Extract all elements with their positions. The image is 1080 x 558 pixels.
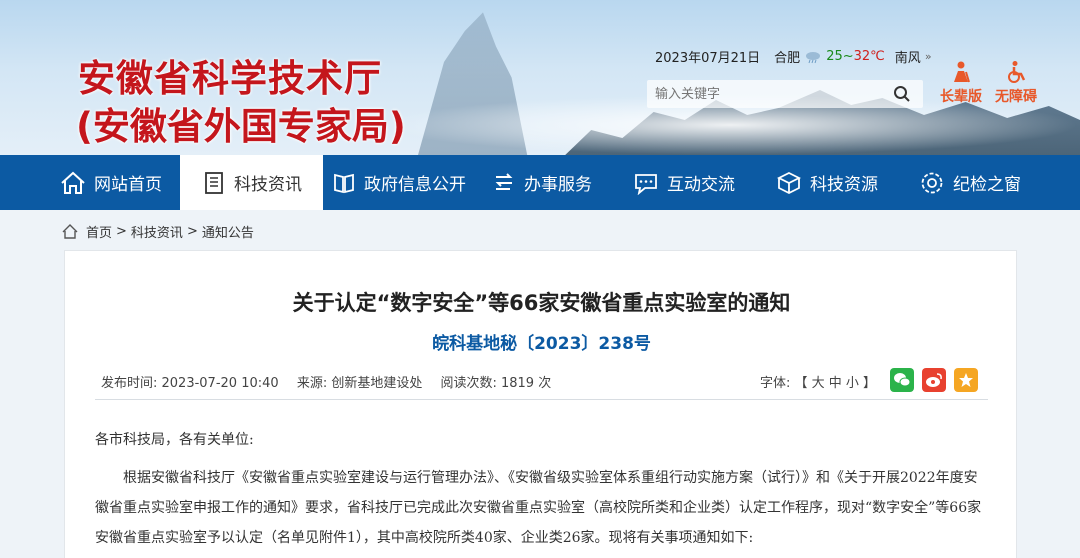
elder-mode-label: 长辈版: [940, 89, 982, 105]
article-title: 关于认定“数字安全”等66家安徽省重点实验室的通知: [292, 291, 791, 315]
article-meta: 发布时间: 2023-07-20 10:40 来源: 创新基地建设处 阅读次数:…: [101, 372, 565, 391]
current-date: 2023年07月21日: [655, 51, 761, 66]
nav-item-discipline[interactable]: 纪检之窗: [919, 155, 1021, 210]
chat-icon: [635, 173, 657, 195]
weather-more-link[interactable]: »: [925, 50, 932, 63]
breadcrumb: 首页 > 科技资讯 > 通知公告: [62, 222, 254, 241]
site-header: 安徽省科学技术厅 (安徽省外国专家局) 2023年07月21日 合肥 25~32…: [0, 0, 1080, 155]
search-box: [647, 80, 923, 108]
nav-item-gov-info[interactable]: 政府信息公开: [332, 155, 466, 210]
elder-mode-link[interactable]: 长辈版: [940, 60, 982, 106]
wind-info: 南风: [894, 51, 921, 66]
wechat-icon: [894, 373, 911, 387]
article-body: 各市科技局，各有关单位: 根据安徽省科技厅《安徽省重点实验室建设与运行管理办法》…: [95, 425, 988, 553]
breadcrumb-separator: >: [186, 224, 198, 239]
temperature: 25~32℃: [826, 49, 885, 64]
share-weibo-button[interactable]: [922, 368, 946, 392]
breadcrumb-separator: >: [116, 224, 127, 239]
salutation: 各市科技局，各有关单位:: [95, 432, 254, 448]
nav-item-resources[interactable]: 科技资源: [776, 155, 878, 210]
article-panel: 关于认定“数字安全”等66家安徽省重点实验室的通知 皖科基地秘〔2023〕238…: [64, 250, 1017, 558]
star-icon: [959, 373, 973, 387]
breadcrumb-current[interactable]: 通知公告: [202, 222, 254, 241]
site-subtitle: (安徽省外国专家局): [76, 105, 406, 148]
document-icon: [205, 171, 223, 194]
nav-label: 网站首页: [94, 175, 162, 195]
publish-time: 发布时间: 2023-07-20 10:40: [101, 376, 279, 391]
search-button[interactable]: [887, 80, 917, 108]
search-input[interactable]: [647, 81, 887, 107]
nav-item-interaction[interactable]: 互动交流: [633, 155, 735, 210]
wheelchair-icon: [1008, 61, 1026, 83]
share-wechat-button[interactable]: [890, 368, 914, 392]
elder-icon: [954, 61, 970, 83]
city-name: 合肥: [774, 51, 801, 66]
search-icon: [894, 86, 910, 102]
weibo-icon: [926, 373, 942, 387]
accessibility-link[interactable]: 无障碍: [995, 60, 1037, 106]
cube-icon: [776, 171, 802, 194]
nav-item-services[interactable]: 办事服务: [492, 155, 592, 210]
view-count: 阅读次数: 1819 次: [440, 376, 552, 391]
nav-label: 政府信息公开: [364, 175, 466, 195]
nav-label: 纪检之窗: [953, 175, 1021, 195]
breadcrumb-home-link[interactable]: 首页: [86, 222, 112, 241]
home-icon: [61, 171, 85, 194]
site-title: 安徽省科学技术厅: [78, 57, 382, 100]
breadcrumb-level1-link[interactable]: 科技资讯: [131, 222, 183, 241]
article-paragraph: 根据安徽省科技厅《安徽省重点实验室建设与运行管理办法》、《安徽省级实验室体系重组…: [95, 470, 982, 546]
share-favorite-button[interactable]: [954, 368, 978, 392]
nav-label: 科技资讯: [234, 175, 302, 195]
accessibility-label: 无障碍: [995, 89, 1037, 105]
nav-item-home[interactable]: 网站首页: [60, 155, 162, 210]
article-source: 来源: 创新基地建设处: [296, 376, 423, 391]
divider: [95, 399, 988, 400]
nav-label: 科技资源: [810, 175, 878, 195]
nav-item-tech-news[interactable]: 科技资讯: [180, 155, 323, 210]
book-icon: [334, 173, 354, 193]
main-nav: 网站首页 科技资讯 政府信息公开 办事服务 互动交流 科技资源 纪检之窗: [0, 155, 1080, 210]
home-icon: [62, 224, 78, 239]
nav-label: 互动交流: [667, 175, 735, 195]
service-icon: [495, 172, 513, 190]
gear-icon: [921, 172, 943, 193]
font-size-control[interactable]: 字体: 【 大 中 小 】: [760, 372, 876, 391]
weather-cloud-icon: [806, 51, 821, 63]
nav-label: 办事服务: [524, 175, 592, 195]
date-weather-bar: 2023年07月21日 合肥 25~32℃ 南风 »: [655, 47, 946, 66]
document-number: 皖科基地秘〔2023〕238号: [432, 334, 651, 354]
